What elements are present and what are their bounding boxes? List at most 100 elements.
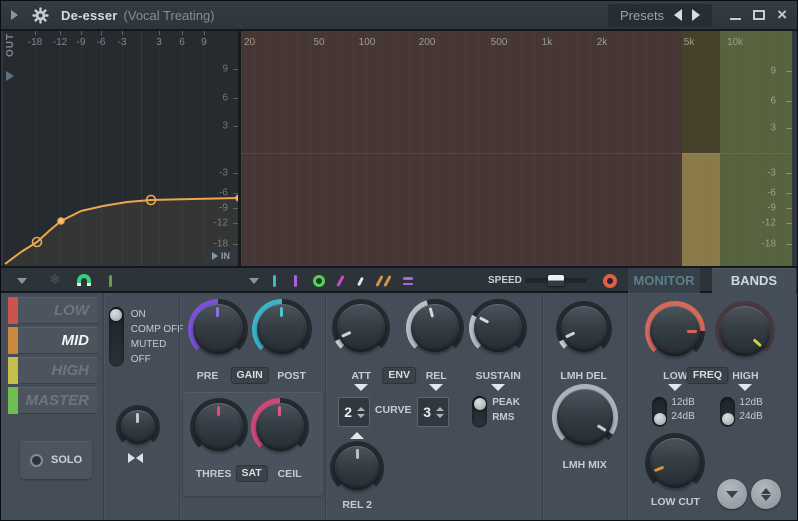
low-slope-switch-handle[interactable] [653,413,666,425]
band-button-mid[interactable]: MID [8,327,97,354]
collapse-button[interactable] [717,479,748,509]
band-state-switch[interactable] [108,307,124,367]
low-slope-switch[interactable] [652,397,668,427]
ceil-label: CEIL [277,468,302,480]
down-arrow-icon [726,490,739,498]
orange-slope-icon-1[interactable] [375,274,384,288]
transfer-curve-svg[interactable] [3,31,241,266]
curve-menu-arrow-icon[interactable] [249,278,259,284]
freq-tick-label: 2k [596,37,608,48]
preset-name: (Vocal Treating) [123,7,215,23]
record-icon[interactable] [603,274,617,288]
low-slope-24db[interactable]: 24dB [671,411,694,422]
gear-icon[interactable] [32,6,49,24]
freq-tick-label: 20 [244,37,256,48]
minimize-button[interactable] [730,18,742,20]
mid-band-color-strip [8,327,18,354]
rms-option[interactable]: RMS [492,412,514,423]
sustain-link-arrow-icon [491,384,506,391]
low-slope-12db[interactable]: 12dB [671,397,694,408]
speed-slider-handle[interactable] [548,275,564,286]
low-cut-knob[interactable] [645,433,706,493]
att-stepper-arrows[interactable] [357,406,369,418]
db-tick-label: 3 [770,122,776,134]
in-axis-label: IN [221,251,230,261]
band-button-high[interactable]: HIGH [8,357,97,384]
band-selector-column: LOW MID HIGH MASTER SOLO [1,293,103,520]
circle-tool-icon[interactable] [313,275,325,287]
high-slope-12db[interactable]: 12dB [739,397,762,408]
low-link-arrow-icon [668,384,683,391]
solo-led-icon [30,453,43,467]
freq-tick-label: 50 [313,37,325,48]
curve-stepper[interactable]: 3 [417,397,450,427]
presets-selector: Presets [607,3,713,27]
speed-slider[interactable] [525,275,587,286]
peak-rms-switch-handle[interactable] [473,398,486,410]
tab-monitor[interactable]: MONITOR [628,268,700,293]
peak-option[interactable]: PEAK [492,397,520,408]
curve-stepper-arrows[interactable] [436,406,448,418]
magenta-slope-icon[interactable] [336,274,345,288]
ceiling-knob[interactable] [250,398,309,456]
rel-link-arrow-icon [429,384,444,391]
purple-bar-icon[interactable] [294,275,297,287]
lmh-mix-knob[interactable] [551,384,618,450]
peak-rms-switch[interactable] [472,396,488,428]
state-option-on[interactable]: ON [131,309,146,320]
close-button[interactable]: × [777,6,787,23]
high-link-arrow-icon [738,384,753,391]
threshold-knob[interactable] [189,398,248,456]
toolbar: ❄ SPEED MONITOR BANDS [1,268,797,293]
release-knob[interactable] [406,299,465,357]
solo-button[interactable]: SOLO [20,441,92,479]
low-band-color-strip [8,297,18,324]
teal-bar-icon[interactable] [273,275,276,287]
freq-tick-label: 1k [541,37,553,48]
speed-label: SPEED [488,275,522,286]
view-menu-arrow-icon[interactable] [17,278,27,284]
freeze-icon[interactable]: ❄ [49,271,61,288]
low-freq-knob[interactable] [645,301,706,361]
preset-next-button[interactable] [692,9,701,21]
band-state-switch-handle[interactable] [110,309,123,321]
lmh-delay-knob[interactable] [555,301,612,357]
transfer-curve-panel: -18 -12 -9 -6 -3 3 6 9 9 6 3 -3 -6 -9 -1… [3,31,241,266]
stereo-separation-knob[interactable] [115,405,160,449]
gain-comp-column: PRE GAIN POST THRES SAT CEIL [178,293,326,520]
resize-button[interactable] [751,479,782,509]
white-slope-icon[interactable] [357,276,364,287]
state-option-muted[interactable]: MUTED [131,339,167,350]
expand-arrow-icon[interactable] [11,10,18,20]
high-slope-switch[interactable] [720,397,736,427]
rel-label: REL [425,370,447,382]
env-label: ENV [382,367,416,384]
pre-label: PRE [196,370,219,382]
band-button-low[interactable]: LOW [8,297,97,324]
post-gain-knob[interactable] [251,299,312,359]
green-bar-icon[interactable] [109,275,112,287]
high-freq-knob[interactable] [715,301,776,361]
preset-prev-button[interactable] [674,9,683,21]
db-tick-label: -9 [767,202,776,214]
high-slope-24db[interactable]: 24dB [739,411,762,422]
attack-knob[interactable] [332,299,391,357]
att-stepper[interactable]: 2 [338,397,371,427]
tab-bands[interactable]: BANDS [712,268,796,293]
band-state-column: ON COMP OFF MUTED OFF [102,293,183,520]
comp-group-panel: THRES SAT CEIL [182,392,323,496]
state-option-comp-off[interactable]: COMP OFF [131,324,184,335]
state-option-off[interactable]: OFF [131,354,151,365]
release2-knob[interactable] [330,441,385,495]
flat-lines-icon[interactable] [403,277,413,288]
band-button-master[interactable]: MASTER [8,387,97,414]
orange-slope-icon-2[interactable] [383,274,392,288]
pre-gain-knob[interactable] [187,299,248,359]
att-label: ATT [351,370,372,382]
snap-magnet-icon[interactable] [77,274,91,286]
high-slope-switch-handle[interactable] [721,413,734,425]
sustain-label: SUSTAIN [475,370,521,382]
in-axis-marker-icon [212,252,218,260]
maximize-button[interactable] [753,10,766,20]
sustain-knob[interactable] [469,299,528,357]
